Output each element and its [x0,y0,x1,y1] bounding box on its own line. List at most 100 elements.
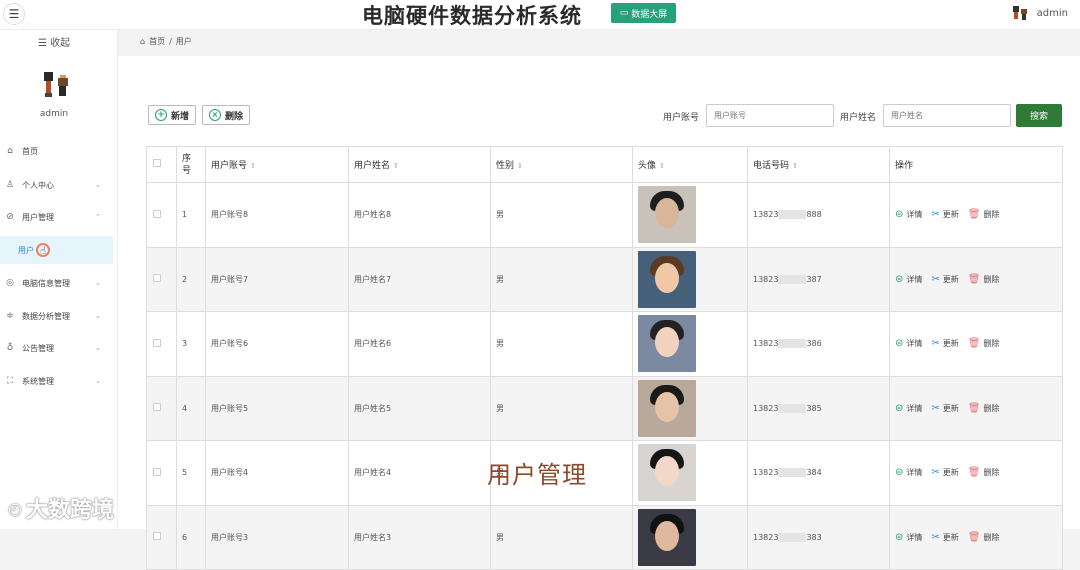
row-account: 用户账号3 [205,504,349,570]
avatar[interactable] [638,379,696,437]
table-row[interactable]: 1 用户账号8 用户姓名8 男 13823 888 ⊜ 详情 ✂ 更新 🗑 删除 [146,182,1063,248]
sidebar-item-system[interactable]: ⛶ 系统管理 ⌄ [0,368,113,394]
update-button[interactable]: ✂ 更新 [931,338,958,349]
row-checkbox[interactable] [153,532,161,541]
row-checkbox[interactable] [153,403,161,412]
top-user-area[interactable]: admin [1011,4,1068,22]
col-header-gender[interactable]: 性别 ⇕ [490,146,633,183]
row-delete-button[interactable]: 🗑 删除 [968,338,1000,349]
trash-icon: 🗑 [967,209,981,221]
breadcrumb-home[interactable]: 首页 [149,36,165,47]
row-checkbox[interactable] [153,338,161,347]
sliders-icon: ≑ [6,311,14,321]
row-select-cell [146,182,177,248]
sidebar-item-label: 用户 [18,245,34,255]
avatar[interactable] [638,508,696,566]
row-name: 用户姓名7 [348,246,491,312]
name-filter-label: 用户姓名 [840,113,877,123]
sidebar-item-users[interactable]: 用户 [0,236,113,264]
watermark-text: 大数跨境 [25,498,114,523]
tools-icon: ✂ [931,338,940,350]
sidebar-item-announcements[interactable]: ♁ 公告管理 ⌄ [0,335,113,361]
avatar[interactable] [638,186,696,244]
table-row[interactable]: 2 用户账号7 用户姓名7 男 13823 387 ⊜ 详情 ✂ 更新 🗑 删除 [146,246,1063,312]
detail-button[interactable]: ⊜ 详情 [895,209,922,220]
sidebar-item-personal-center[interactable]: ♙ 个人中心 ⌄ [0,172,113,198]
trash-icon: 🗑 [967,402,981,414]
detail-button[interactable]: ⊜ 详情 [895,274,922,285]
big-screen-label: 数据大屏 [631,9,668,20]
row-select-cell [146,504,177,570]
row-delete-button[interactable]: 🗑 删除 [968,467,1000,478]
sort-icon[interactable]: ⇕ [393,162,399,170]
row-index: 4 [176,375,206,441]
update-button[interactable]: ✂ 更新 [931,209,958,220]
detail-icon: ⊜ [895,273,904,285]
row-name: 用户姓名5 [348,375,491,441]
detail-button[interactable]: ⊜ 详情 [895,403,922,414]
sort-icon[interactable]: ⇕ [517,162,523,170]
table-row[interactable]: 6 用户账号3 用户姓名3 男 13823 383 ⊜ 详情 ✂ 更新 🗑 删除 [146,504,1063,570]
sort-icon[interactable]: ⇕ [659,162,665,170]
user-icon: ♙ [5,180,15,190]
avatar[interactable] [638,315,696,373]
detail-button[interactable]: ⊜ 详情 [895,467,922,478]
big-screen-button[interactable]: ▭ 数据大屏 [611,3,676,23]
delete-button[interactable]: × 删除 [202,105,251,125]
sidebar-item-label: 系统管理 [22,376,54,386]
row-account: 用户账号6 [205,311,349,377]
row-checkbox[interactable] [153,209,161,218]
sidebar-item-home[interactable]: ⌂ 首页 [0,138,113,164]
sidebar-item-user-management[interactable]: ⊘ 用户管理 ⌃ [0,204,113,230]
phone-prefix: 13823 [753,403,779,413]
col-header-phone[interactable]: 电话号码 ⇕ [747,146,890,183]
sidebar-item-computer-info[interactable]: ◎ 电脑信息管理 ⌄ [0,270,113,296]
sidebar: ☰ 收起 admin ⌂ 首页 ♙ 个人中心 ⌄ ⊘ 用户管理 ⌃ 用户 ◎ 电… [0,30,118,529]
sort-icon[interactable]: ⇕ [250,162,256,170]
detail-button[interactable]: ⊜ 详情 [895,338,922,349]
row-checkbox[interactable] [153,274,161,283]
menu-toggle-icon[interactable]: ☰ [3,3,25,25]
col-header-name[interactable]: 用户姓名 ⇕ [348,146,491,183]
users-table: 序号 用户账号 ⇕ 用户姓名 ⇕ 性别 ⇕ 头像 ⇕ 电话号码 ⇕ 操作 1 用户账号8 … [146,146,1063,570]
table-row[interactable]: 5 用户账号4 用户姓名4 男 13823 384 ⊜ 详情 ✂ 更新 🗑 删除 [146,440,1063,506]
row-delete-button[interactable]: 🗑 删除 [968,403,1000,414]
update-button[interactable]: ✂ 更新 [931,274,958,285]
update-button[interactable]: ✂ 更新 [931,467,958,478]
name-search-input[interactable] [883,104,1011,127]
chevron-down-icon: ⌄ [95,312,101,320]
update-button[interactable]: ✂ 更新 [931,532,958,543]
avatar[interactable] [638,250,696,308]
user-manage-icon: ⊘ [6,212,14,222]
row-index: 3 [176,311,206,377]
phone-prefix: 13823 [753,274,779,284]
row-delete-button[interactable]: 🗑 删除 [968,274,1000,285]
row-delete-button[interactable]: 🗑 删除 [968,532,1000,543]
search-button[interactable]: 搜索 [1016,104,1062,127]
bulb-icon: ♁ [6,343,14,353]
sidebar-item-data-analysis[interactable]: ≑ 数据分析管理 ⌄ [0,303,113,329]
table-row[interactable]: 3 用户账号6 用户姓名6 男 13823 386 ⊜ 详情 ✂ 更新 🗑 删除 [146,311,1063,377]
page-title: 电脑硬件数据分析系统 [362,4,582,28]
watermark: ◴ 大数跨境 [8,492,114,524]
phone-prefix: 13823 [753,339,779,349]
table-row[interactable]: 4 用户账号5 用户姓名5 男 13823 385 ⊜ 详情 ✂ 更新 🗑 删除 [146,375,1063,441]
add-button[interactable]: + 新增 [148,105,197,125]
row-select-cell [146,246,177,312]
row-checkbox[interactable] [153,467,161,476]
col-header-avatar[interactable]: 头像 ⇕ [632,146,748,183]
collapse-button[interactable]: ☰ 收起 [38,34,70,49]
pointer-cursor-icon [36,243,50,257]
col-header-account[interactable]: 用户账号 ⇕ [205,146,349,183]
avatar[interactable] [638,444,696,502]
sort-icon[interactable]: ⇕ [792,162,798,170]
detail-button[interactable]: ⊜ 详情 [895,532,922,543]
sidebar-item-label: 首页 [22,146,38,156]
phone-prefix: 13823 [753,532,779,542]
select-all-checkbox[interactable] [153,159,161,167]
row-actions: ⊜ 详情 ✂ 更新 🗑 删除 [889,504,1063,570]
account-search-input[interactable] [706,104,834,127]
update-button[interactable]: ✂ 更新 [931,403,958,414]
watermark-logo-icon: ◴ [8,498,22,518]
row-delete-button[interactable]: 🗑 删除 [968,209,1000,220]
